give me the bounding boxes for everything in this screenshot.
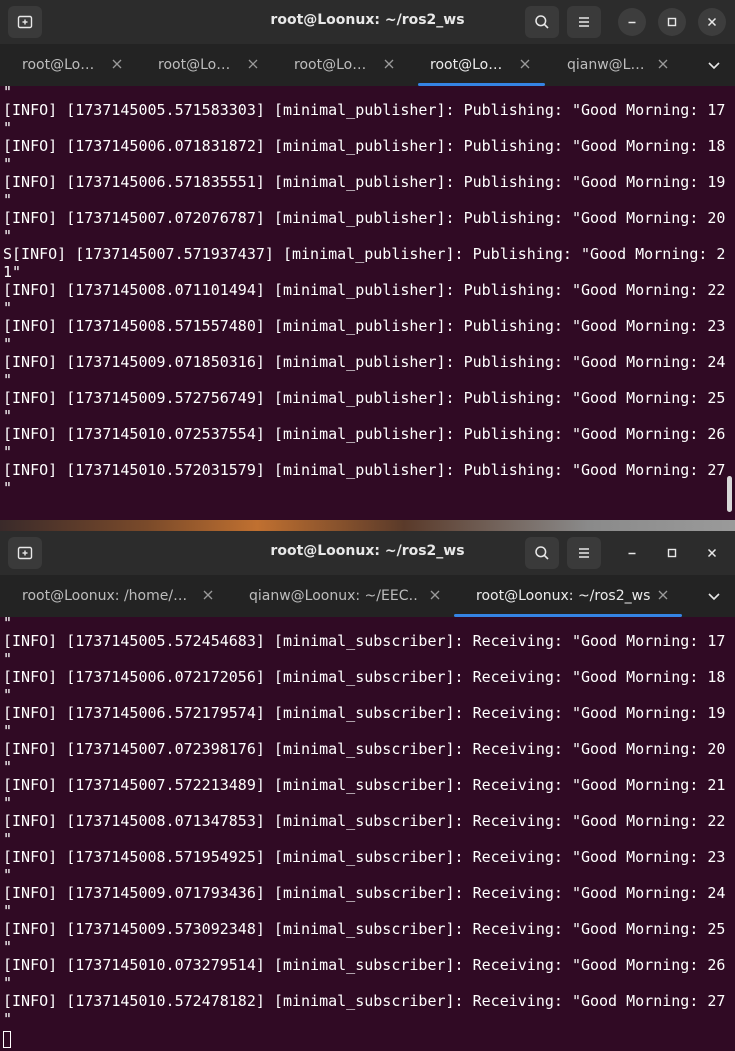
terminal-line: "	[3, 758, 13, 776]
terminal-cursor	[3, 1031, 11, 1048]
terminal-line: "	[3, 830, 13, 848]
minimize-icon	[628, 552, 636, 555]
terminal-line: [INFO] [1737145007.072398176] [minimal_s…	[3, 740, 726, 758]
tab-label: root@Loonux: /home/…	[22, 588, 188, 604]
terminal-line: "	[3, 902, 13, 920]
tab-close-icon[interactable]	[656, 57, 670, 71]
terminal-line: [INFO] [1737145008.571954925] [minimal_s…	[3, 848, 726, 866]
terminal-line: [INFO] [1737145008.071101494] [minimal_p…	[3, 281, 726, 299]
search-icon	[535, 15, 549, 29]
terminal-line: "	[3, 443, 13, 461]
menu-button[interactable]	[567, 537, 601, 569]
terminal-line: "	[3, 974, 13, 992]
terminal-line: "	[3, 371, 13, 389]
terminal-line: [INFO] [1737145007.072076787] [minimal_p…	[3, 209, 726, 227]
terminal-line: [INFO] [1737145006.572179574] [minimal_s…	[3, 704, 726, 722]
maximize-icon	[667, 17, 677, 27]
close-window-button[interactable]	[698, 539, 726, 567]
terminal-line: "	[3, 479, 13, 497]
tab-5[interactable]: qianw@L…	[567, 44, 647, 86]
tab-1[interactable]: root@Loonux: /home/…	[22, 575, 192, 617]
terminal-line: [INFO] [1737145006.571835551] [minimal_p…	[3, 173, 726, 191]
terminal-line: "	[3, 686, 13, 704]
close-window-button[interactable]	[698, 8, 726, 36]
minimize-button[interactable]	[618, 8, 646, 36]
hamburger-menu-icon	[579, 17, 589, 27]
bottom-titlebar: root@Loonux: ~/ros2_ws	[0, 531, 735, 575]
terminal-line: "	[3, 119, 13, 137]
terminal-line: "	[3, 335, 13, 353]
terminal-line: [INFO] [1737145006.072172056] [minimal_s…	[3, 668, 726, 686]
terminal-line: "	[3, 614, 13, 632]
terminal-line: "	[3, 866, 13, 884]
terminal-line: [INFO] [1737145009.071850316] [minimal_p…	[3, 353, 726, 371]
tab-label: qianw@Loonux: ~/EEC…	[249, 588, 419, 604]
desktop-background-strip	[0, 520, 735, 531]
tab-overflow-chevron-icon[interactable]	[705, 587, 723, 605]
terminal-line: "	[3, 722, 13, 740]
terminal-line: "	[3, 191, 13, 209]
search-button[interactable]	[525, 6, 559, 38]
minimize-icon	[628, 21, 636, 24]
minimize-button[interactable]	[618, 539, 646, 567]
terminal-line: [INFO] [1737145010.572478182] [minimal_s…	[3, 992, 726, 1010]
tab-close-icon[interactable]	[201, 588, 215, 602]
search-button[interactable]	[525, 537, 559, 569]
tab-label: root@Lo…	[22, 57, 95, 73]
tab-3-active[interactable]: root@Loonux: ~/ros2_ws	[476, 575, 656, 617]
top-titlebar: root@Loonux: ~/ros2_ws	[0, 0, 735, 44]
maximize-button[interactable]	[658, 8, 686, 36]
tab-close-icon[interactable]	[518, 57, 532, 71]
tab-label: root@Lo…	[294, 57, 367, 73]
terminal-line: [INFO] [1737145007.572213489] [minimal_s…	[3, 776, 726, 794]
bottom-tab-bar: root@Loonux: /home/… qianw@Loonux: ~/EEC…	[0, 575, 735, 617]
hamburger-menu-icon	[579, 548, 589, 558]
tab-label: qianw@L…	[567, 57, 645, 73]
tab-label: root@Lo…	[158, 57, 231, 73]
terminal-line: "	[3, 407, 13, 425]
terminal-line: "	[3, 155, 13, 173]
terminal-line: "	[3, 227, 13, 245]
bottom-terminal-window: root@Loonux: ~/ros2_ws root@Loonux: /hom…	[0, 531, 735, 1051]
tab-close-icon[interactable]	[110, 57, 124, 71]
terminal-line: 1"	[3, 263, 22, 281]
terminal-line: "	[3, 83, 13, 101]
terminal-line: "	[3, 650, 13, 668]
tab-label: root@Lo…	[430, 57, 503, 73]
maximize-button[interactable]	[658, 539, 686, 567]
tab-label: root@Loonux: ~/ros2_ws	[476, 588, 651, 604]
terminal-line: [INFO] [1737145005.571583303] [minimal_p…	[3, 101, 726, 119]
top-tab-bar: root@Lo… root@Lo… root@Lo… root@Lo… qian…	[0, 44, 735, 86]
terminal-line: "	[3, 299, 13, 317]
top-terminal-window: root@Loonux: ~/ros2_ws root@Lo… root@Lo……	[0, 0, 735, 520]
tab-close-icon[interactable]	[428, 588, 442, 602]
terminal-line: [INFO] [1737145008.071347853] [minimal_s…	[3, 812, 726, 830]
tab-close-icon[interactable]	[246, 57, 260, 71]
tab-close-icon[interactable]	[656, 588, 670, 602]
maximize-icon	[667, 548, 677, 558]
terminal-line: [INFO] [1737145009.573092348] [minimal_s…	[3, 920, 726, 938]
terminal-line: [INFO] [1737145006.071831872] [minimal_p…	[3, 137, 726, 155]
tab-overflow-chevron-icon[interactable]	[705, 56, 723, 74]
scrollbar-thumb[interactable]	[727, 476, 732, 512]
terminal-line: "	[3, 794, 13, 812]
search-icon	[535, 546, 549, 560]
menu-button[interactable]	[567, 6, 601, 38]
terminal-output[interactable]: " [INFO] [1737145005.572454683] [minimal_…	[0, 614, 735, 1051]
terminal-line: "	[3, 1010, 13, 1028]
tab-close-icon[interactable]	[382, 57, 396, 71]
terminal-line: [INFO] [1737145010.072537554] [minimal_p…	[3, 425, 726, 443]
tab-2[interactable]: qianw@Loonux: ~/EEC…	[249, 575, 419, 617]
terminal-line: S[INFO] [1737145007.571937437] [minimal_…	[3, 245, 726, 263]
terminal-line: [INFO] [1737145009.071793436] [minimal_s…	[3, 884, 726, 902]
terminal-line: [INFO] [1737145009.572756749] [minimal_p…	[3, 389, 726, 407]
terminal-output[interactable]: " [INFO] [1737145005.571583303] [minimal_…	[0, 83, 735, 520]
terminal-line: "	[3, 938, 13, 956]
terminal-line: [INFO] [1737145010.572031579] [minimal_p…	[3, 461, 726, 479]
terminal-line: [INFO] [1737145005.572454683] [minimal_s…	[3, 632, 726, 650]
close-icon	[707, 17, 717, 27]
terminal-line: [INFO] [1737145010.073279514] [minimal_s…	[3, 956, 726, 974]
terminal-line: [INFO] [1737145008.571557480] [minimal_p…	[3, 317, 726, 335]
close-icon	[707, 548, 717, 558]
